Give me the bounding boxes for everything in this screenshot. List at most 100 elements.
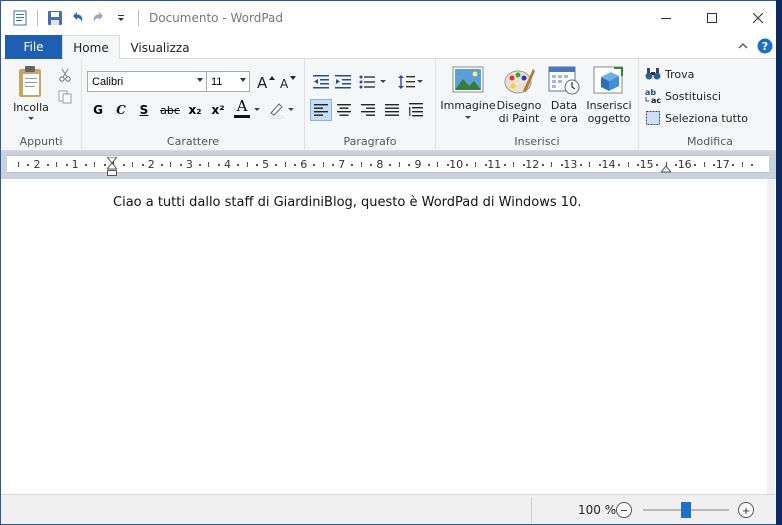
increase-indent-button[interactable] [332,71,354,93]
insert-object-button[interactable]: Inserisci oggetto [585,65,633,125]
ruler-tick [246,162,248,167]
chevron-down-icon [254,108,260,111]
grow-font-button[interactable]: A [255,71,277,93]
insert-image-button[interactable]: Immagine [440,65,496,121]
line-spacing-button[interactable] [397,71,425,93]
group-insert: Immagine Disegno di Paint Data e ora Ins… [436,59,639,151]
ruler-tick [198,164,201,166]
close-button[interactable] [735,1,781,35]
font-color-swatch [234,114,250,118]
ruler-tick [84,164,87,166]
document-text[interactable]: Ciao a tutti dallo staff di GiardiniBlog… [113,195,581,210]
paste-button[interactable]: Incolla [11,65,51,122]
save-icon[interactable] [44,7,66,29]
find-button[interactable]: Trova [645,64,694,84]
font-size-select[interactable]: 11 [206,71,250,92]
document-area[interactable]: Ciao a tutti dallo staff di GiardiniBlog… [7,179,775,494]
replace-label: Sostituisci [665,89,721,103]
bullet-list-icon [359,75,386,89]
highlight-dropdown[interactable] [286,99,296,121]
align-left-button[interactable] [310,99,332,121]
align-right-button[interactable] [357,99,379,121]
ruler-number: 11 [487,158,502,171]
ruler[interactable]: 211234567891011121314151617 [7,155,769,173]
tab-file[interactable]: File [5,35,62,59]
zoom-slider-thumb[interactable] [681,502,691,518]
strikethrough-button[interactable]: abc [157,99,183,121]
hanging-indent-marker[interactable] [105,162,119,180]
ruler-tick [618,164,621,166]
align-center-button[interactable] [333,99,355,121]
binoculars-icon [645,68,661,80]
chevron-down-icon [240,78,246,82]
subscript-button[interactable]: x₂ [184,99,206,121]
maximize-button[interactable] [689,1,735,35]
object-label-line1: Inserisci [586,99,632,112]
window-title: Documento - WordPad [149,11,283,25]
zoom-percentage: 100 % [578,503,617,517]
decrease-indent-button[interactable] [310,71,332,93]
vertical-scrollbar[interactable] [767,179,775,494]
help-icon[interactable]: ? [757,38,773,57]
ruler-tick [132,162,134,167]
paint-label-line2: di Paint [498,112,540,125]
zoom-out-button[interactable]: − [616,502,632,518]
datetime-label-line1: Data [550,99,578,112]
object-icon [593,66,623,94]
copy-button[interactable] [54,86,76,108]
select-all-button[interactable]: Seleziona tutto [645,108,748,128]
paste-icon [19,66,41,97]
paint-palette-icon [504,69,535,94]
ruler-tick [160,164,163,166]
replace-icon: abac [645,88,661,104]
font-color-dropdown[interactable] [252,99,262,121]
ruler-tick [579,164,582,166]
paragraph-settings-button[interactable] [405,99,427,121]
ruler-tick [437,162,439,167]
ruler-tick [541,164,544,166]
ruler-tick [237,164,240,166]
customize-qat-icon[interactable] [110,7,132,29]
align-right-icon [361,104,375,116]
ruler-tick [322,162,324,167]
ruler-tick [551,162,553,167]
undo-icon[interactable] [66,7,88,29]
ruler-number: 5 [262,158,270,171]
tab-home[interactable]: Home [62,35,120,60]
tab-view[interactable]: Visualizza [122,35,198,60]
chevron-down-icon [288,108,294,111]
underline-button[interactable]: S [133,99,155,121]
superscript-button[interactable]: x² [207,99,229,121]
highlight-button[interactable] [265,99,287,121]
collapse-ribbon-icon[interactable] [737,40,749,55]
shrink-font-button[interactable]: A [277,71,299,93]
ruler-tick [256,164,259,166]
group-edit: Trova ab ac Sostituisci Seleziona tutto M… [639,59,781,151]
italic-button[interactable]: C [110,99,132,121]
line-spacing-icon [398,75,423,89]
right-indent-marker[interactable] [659,163,673,177]
date-time-button[interactable]: Data e ora [543,65,585,125]
cut-button[interactable] [54,64,76,86]
minimize-button[interactable] [643,1,689,35]
ruler-number: 7 [338,158,346,171]
group-clipboard: Incolla Appunti [1,59,82,151]
ruler-tick [503,164,506,166]
redo-icon[interactable] [88,7,110,29]
replace-button[interactable]: ab ac Sostituisci [645,86,721,106]
font-size-value: 11 [211,75,223,88]
justify-button[interactable] [381,99,403,121]
font-color-button[interactable]: A [232,97,252,119]
object-label-line2: oggetto [587,112,631,125]
wordpad-app-icon[interactable] [9,7,31,29]
bullets-button[interactable] [358,71,388,93]
bold-button[interactable]: G [87,99,109,121]
ruler-tick [103,164,106,166]
group-label-paragraph: Paragrafo [343,135,397,148]
align-left-icon [314,104,328,116]
copy-icon [58,90,72,104]
paint-drawing-button[interactable]: Disegno di Paint [495,65,543,125]
zoom-in-button[interactable]: + [738,502,754,518]
font-family-select[interactable]: Calibri [87,71,207,92]
find-label: Trova [665,67,695,81]
